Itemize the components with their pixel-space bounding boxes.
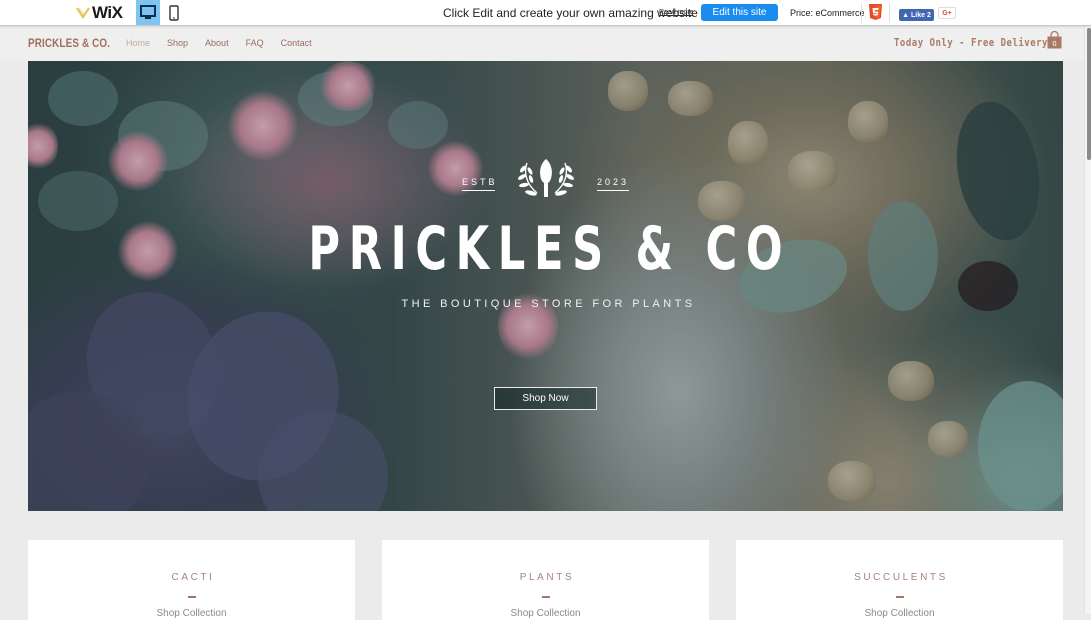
nav-home[interactable]: Home: [126, 38, 150, 48]
shop-now-button[interactable]: Shop Now: [494, 387, 597, 410]
collection-title: SUCCULENTS: [854, 572, 948, 583]
site-header: PRICKLES & CO. Home Shop About FAQ Conta…: [0, 26, 1084, 61]
collection-card-succulents[interactable]: SUCCULENTS Shop Collection: [736, 540, 1063, 620]
site-logo[interactable]: PRICKLES & CO.: [28, 36, 110, 50]
nav-about[interactable]: About: [205, 38, 229, 48]
hero-banner: ESTB 2023 PRICKLES & CO THE BOUTIQUE STO…: [28, 61, 1063, 511]
scrollbar[interactable]: [1084, 26, 1091, 614]
main-nav: Home Shop About FAQ Contact: [126, 38, 329, 48]
collection-card-cacti[interactable]: CACTI Shop Collection: [28, 540, 355, 620]
shopping-bag-icon: 0: [1047, 30, 1062, 49]
collection-title: CACTI: [171, 572, 215, 583]
wix-promo-bar: WiX Click Edit and create your own amazi…: [0, 0, 1091, 26]
cart-count: 0: [1052, 40, 1056, 48]
wix-star-icon: [76, 7, 90, 19]
cart-button[interactable]: 0: [1047, 30, 1062, 49]
desktop-icon: [140, 5, 156, 19]
scrollbar-thumb[interactable]: [1087, 28, 1091, 160]
hero-subtitle: THE BOUTIQUE STORE FOR PLANTS: [401, 298, 696, 310]
collection-card-plants[interactable]: PLANTS Shop Collection: [382, 540, 709, 620]
nav-faq[interactable]: FAQ: [246, 38, 264, 48]
thumbs-up-icon: ▲: [902, 11, 910, 19]
hero-title: PRICKLES & CO: [308, 214, 792, 284]
estb-label: ESTB: [462, 177, 495, 191]
title-divider: [541, 596, 550, 598]
wix-logo[interactable]: WiX: [76, 3, 123, 22]
hero-overlay: [28, 61, 1063, 511]
mobile-view-button[interactable]: [162, 0, 186, 25]
edit-site-button[interactable]: Edit this site: [701, 4, 778, 21]
price-text: Price: eCommerce: [790, 8, 865, 18]
facebook-like-button[interactable]: ▲ Like 2: [899, 9, 934, 21]
html5-icon: [869, 4, 882, 20]
wix-logo-text: WiX: [92, 3, 123, 22]
divider: [861, 3, 862, 23]
divider: [889, 3, 890, 23]
google-plus-button[interactable]: G+: [938, 7, 956, 19]
collection-title: PLANTS: [519, 572, 575, 583]
established-row: ESTB 2023: [28, 157, 1063, 205]
shovel-laurel-icon: [517, 159, 575, 197]
desktop-view-button[interactable]: [136, 0, 160, 25]
delivery-banner: Today Only - Free Delivery: [894, 36, 1048, 49]
title-divider: [187, 596, 196, 598]
mobile-icon: [169, 4, 179, 21]
established-year: 2023: [597, 177, 629, 191]
nav-contact[interactable]: Contact: [281, 38, 312, 48]
title-divider: [895, 596, 904, 598]
like-label: Like 2: [911, 11, 931, 19]
read-more-link[interactable]: Read more: [659, 9, 694, 16]
nav-shop[interactable]: Shop: [167, 38, 188, 48]
